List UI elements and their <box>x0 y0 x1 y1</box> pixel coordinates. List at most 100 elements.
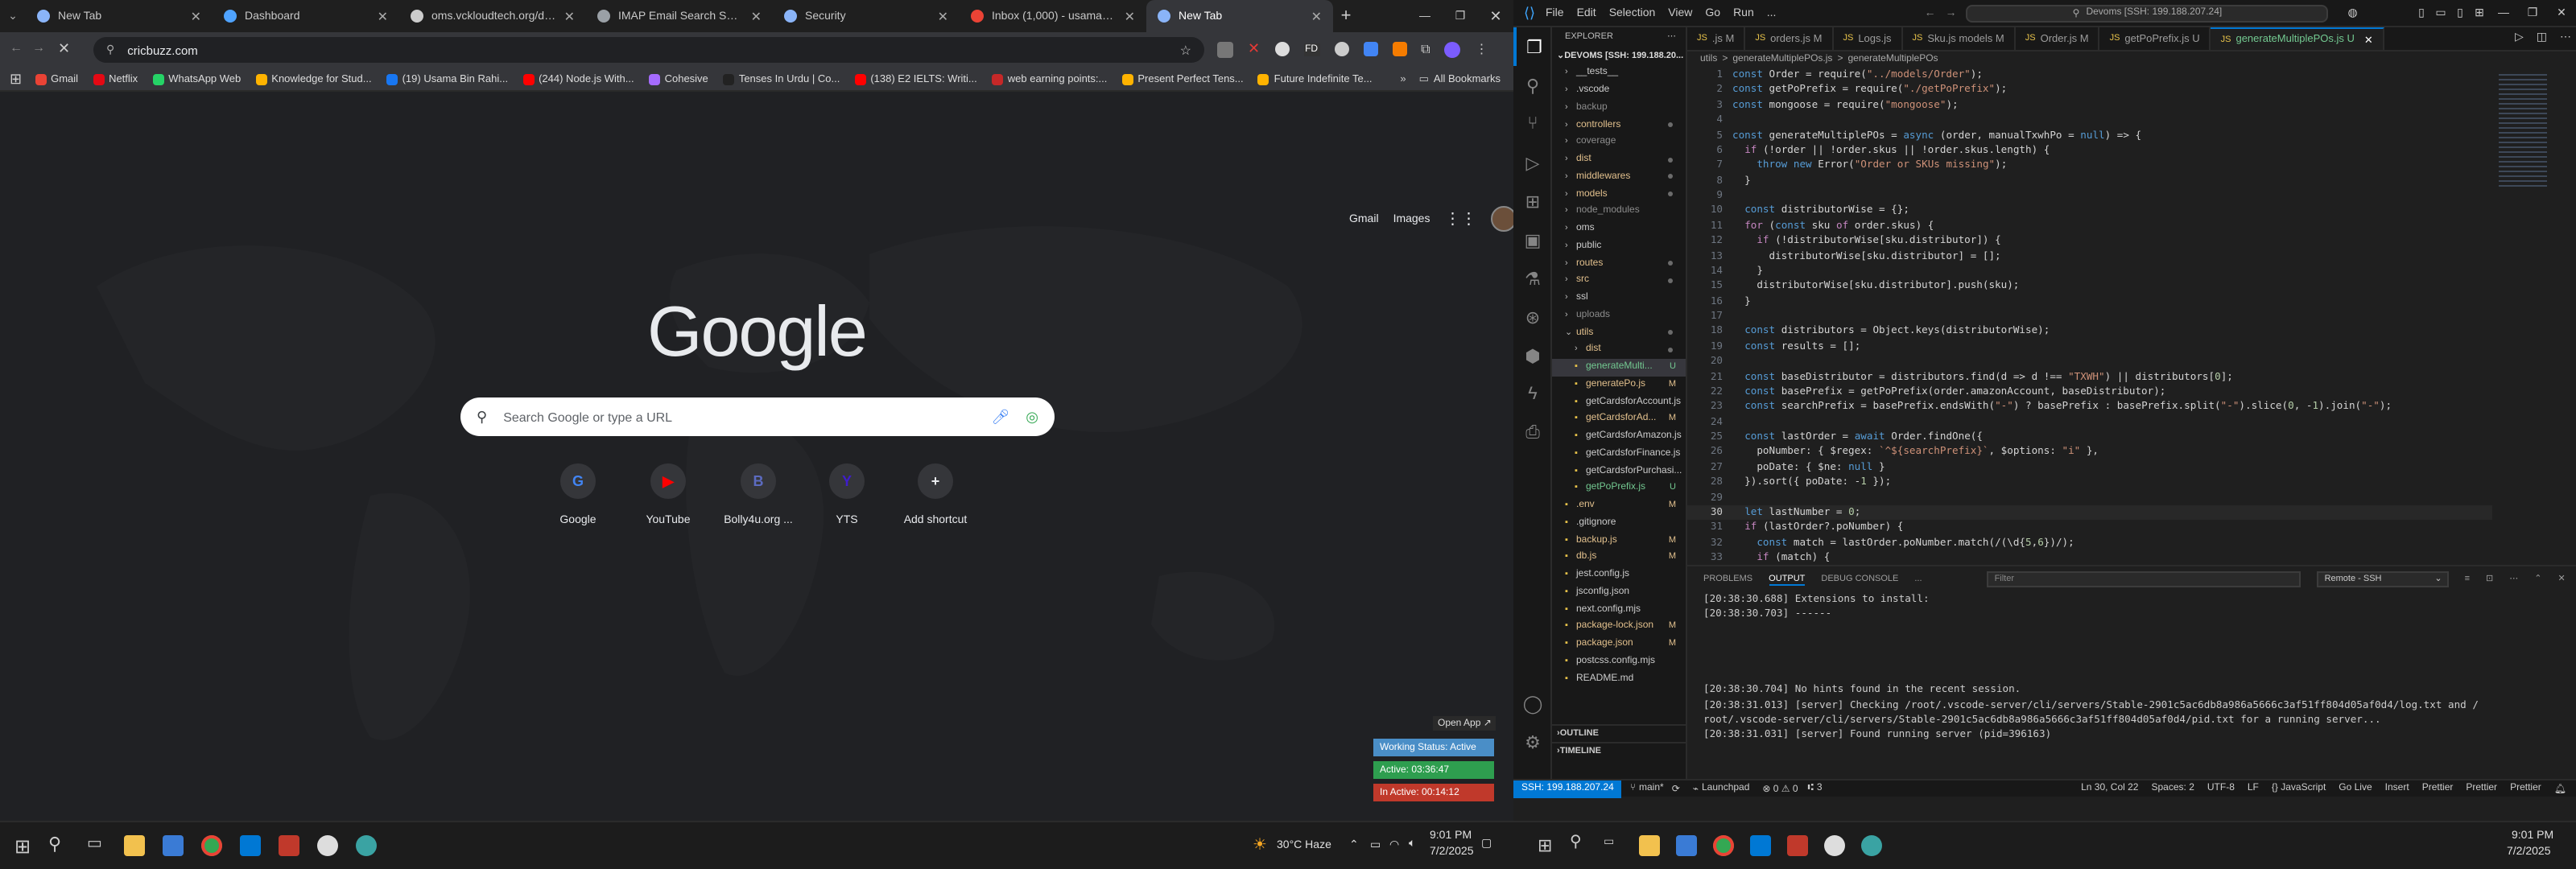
sync-icon[interactable]: ⟳ <box>1672 783 1680 794</box>
breadcrumb-item[interactable]: utils <box>1700 55 1717 64</box>
close-tab-icon[interactable]: ✕ <box>1311 9 1322 23</box>
folder-item[interactable]: › routes <box>1552 255 1686 273</box>
thunder-client-icon[interactable]: ϟ <box>1513 375 1552 414</box>
file-item[interactable]: ▪ getCardsforAccount.js <box>1552 393 1686 411</box>
lens-search-icon[interactable]: ◎ <box>1026 408 1038 426</box>
maximize-button[interactable]: ❐ <box>1443 10 1478 23</box>
testing-icon[interactable]: ⚗ <box>1513 259 1552 298</box>
code-line[interactable]: 11 for (const sku of order.skus) { <box>1687 219 2492 234</box>
editor-tab[interactable]: JS Sku.js models M <box>1903 27 2016 50</box>
close-tab-icon[interactable]: ✕ <box>1125 9 1135 23</box>
close-panel-icon[interactable]: ✕ <box>2557 575 2565 584</box>
profile-icon[interactable] <box>1444 41 1461 57</box>
store-icon[interactable] <box>1676 835 1697 856</box>
code-line[interactable]: 28 }).sort({ poDate: -1 }); <box>1687 475 2492 490</box>
command-center[interactable]: ⚲ Devoms [SSH: 199.188.207.24] <box>1966 4 2329 22</box>
prettier-status-2[interactable]: Prettier <box>2466 784 2497 793</box>
code-line[interactable]: 32 const match = lastOrder.poNumber.matc… <box>1687 535 2492 550</box>
code-line[interactable]: 7 throw new Error("Order or SKUs missing… <box>1687 159 2492 174</box>
browser-tab[interactable]: New Tab ✕ <box>1146 0 1333 32</box>
shortcut-tile[interactable]: + Add shortcut <box>890 463 980 526</box>
code-line[interactable]: 16 } <box>1687 294 2492 309</box>
file-item[interactable]: ▪ getCardsforAmazon.js <box>1552 428 1686 446</box>
app-taskbar-icon-3[interactable] <box>1861 835 1882 856</box>
menu-item[interactable]: ... <box>1767 7 1777 19</box>
windows-start-icon[interactable]: ⊞ <box>1538 835 1552 856</box>
file-item[interactable]: ▪ next.config.mjs <box>1552 601 1686 619</box>
app-taskbar-icon-1[interactable] <box>1787 835 1808 856</box>
vscode-taskbar-icon[interactable] <box>240 835 261 856</box>
task-view-icon[interactable]: ▭ <box>87 835 102 853</box>
prettier-status-1[interactable]: Prettier <box>2422 784 2454 793</box>
folder-item[interactable]: › dist <box>1552 151 1686 169</box>
file-item[interactable]: ▪ package-lock.json M <box>1552 618 1686 636</box>
browser-tab[interactable]: IMAP Email Search Script ✕ <box>586 0 773 32</box>
shortcut-tile[interactable]: ▶ YouTube <box>623 463 713 526</box>
search-box[interactable]: ⚲ Search Google or type a URL 🎤︎ ◎ <box>460 397 1055 436</box>
file-item[interactable]: ▪ getCardsforFinance.js <box>1552 445 1686 463</box>
file-item[interactable]: ▪ getPoPrefix.js U <box>1552 480 1686 497</box>
printer-icon[interactable]: ⎙ <box>1513 414 1552 452</box>
menu-item[interactable]: Go <box>1705 7 1720 19</box>
panel-tab[interactable]: ... <box>1914 574 1922 585</box>
extension-icon-7[interactable] <box>1392 42 1407 56</box>
clear-output-icon[interactable]: ≡ <box>2465 575 2470 584</box>
bookmark-star-icon[interactable]: ☆ <box>1180 43 1204 57</box>
editor-tab[interactable]: JS getPoPrefix.js U <box>2100 27 2211 50</box>
outline-section[interactable]: OUTLINE <box>1560 729 1599 739</box>
menu-item[interactable]: Run <box>1733 7 1754 19</box>
explorer-icon[interactable]: ❐ <box>1513 27 1552 66</box>
bookmark-item[interactable]: Knowledge for Stud... <box>255 73 372 84</box>
customize-layout-icon[interactable]: ⊞ <box>2470 6 2489 19</box>
output-channel-select[interactable]: Remote - SSH ⌄ <box>2316 571 2449 587</box>
bookmark-item[interactable]: web earning points:... <box>991 73 1107 84</box>
bookmark-item[interactable]: (244) Node.js With... <box>522 73 634 84</box>
app-taskbar-icon-3[interactable] <box>356 835 377 856</box>
code-line[interactable]: 2 const getPoPrefix = require("./getPoPre… <box>1687 83 2492 98</box>
file-item[interactable]: ▪ generatePo.js M <box>1552 376 1686 393</box>
close-tab-icon[interactable]: ✕ <box>191 9 201 23</box>
extension-icon-6[interactable] <box>1363 42 1378 56</box>
close-window-button[interactable]: ✕ <box>1478 7 1513 25</box>
close-tab-icon[interactable]: ✕ <box>751 9 762 23</box>
clock-date[interactable]: 7/2/2025 <box>1430 846 1474 858</box>
new-tab-button[interactable]: + <box>1333 6 1359 26</box>
maximize-panel-icon[interactable]: ⌃ <box>2534 575 2541 584</box>
nav-forward-icon[interactable]: → <box>1945 7 1956 19</box>
tab-search-icon[interactable]: ⌄ <box>0 10 26 23</box>
remote-explorer-icon[interactable]: ▣ <box>1513 220 1552 259</box>
folder-item[interactable]: › oms <box>1552 220 1686 238</box>
code-line[interactable]: 15 distributorWise[sku.distributor].push… <box>1687 279 2492 294</box>
notifications-bell-icon[interactable]: 🔔︎ <box>2554 783 2566 794</box>
file-item[interactable]: ▪ db.js M <box>1552 549 1686 566</box>
browser-tab[interactable]: Dashboard ✕ <box>213 0 399 32</box>
code-line[interactable]: 19 const results = []; <box>1687 340 2492 355</box>
run-icon[interactable]: ▷ <box>2515 31 2524 43</box>
voice-search-icon[interactable]: 🎤︎ <box>991 408 1009 426</box>
toggle-sidebar-icon[interactable]: ▯ <box>2412 6 2431 19</box>
folder-item[interactable]: › backup <box>1552 99 1686 117</box>
app-taskbar-icon-1[interactable] <box>279 835 299 856</box>
launchpad[interactable]: Launchpad <box>1702 784 1749 793</box>
extension-icon-5[interactable] <box>1334 42 1349 56</box>
panel-tab[interactable]: PROBLEMS <box>1703 574 1752 585</box>
code-line[interactable]: 24 <box>1687 414 2492 430</box>
tray-chevron-icon[interactable]: ⌃ <box>1349 838 1359 851</box>
timeline-section[interactable]: TIMELINE <box>1560 747 1601 756</box>
code-line[interactable]: 21 const baseDistributor = distributors.… <box>1687 369 2492 385</box>
volume-icon[interactable]: 🔈︎ <box>1409 838 1415 851</box>
file-item[interactable]: ▪ README.md <box>1552 670 1686 688</box>
bookmark-item[interactable]: Netflix <box>93 73 138 84</box>
extension-icon-2[interactable]: ✕ <box>1248 40 1260 58</box>
minimize-button[interactable]: — <box>2489 7 2518 19</box>
language-mode[interactable]: {} JavaScript <box>2272 784 2326 793</box>
site-info-icon[interactable]: ⚲ <box>106 43 114 56</box>
url-text[interactable]: cricbuzz.com <box>127 43 198 57</box>
clock-time[interactable]: 9:01 PM <box>1430 830 1472 842</box>
folder-item[interactable]: › middlewares <box>1552 168 1686 186</box>
extension-icon-4[interactable]: FD <box>1303 43 1320 56</box>
code-line[interactable]: 8 } <box>1687 173 2492 188</box>
close-tab-icon[interactable]: ✕ <box>378 9 388 23</box>
folder-item[interactable]: › controllers <box>1552 117 1686 134</box>
maximize-button[interactable]: ❐ <box>2518 6 2547 19</box>
